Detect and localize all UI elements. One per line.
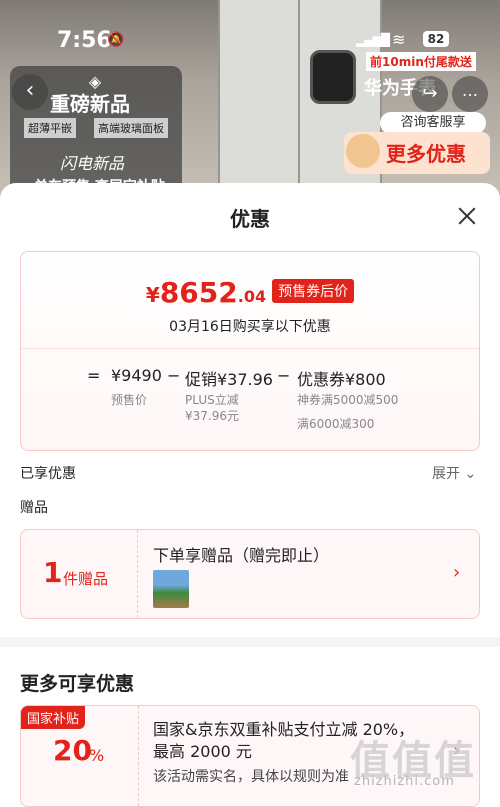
gift-thumbnail xyxy=(153,570,189,608)
gift-count: 1 xyxy=(43,556,63,589)
price-integer: 8652 xyxy=(159,276,238,309)
subsidy-line-2: 最高 2000 元 xyxy=(153,742,252,761)
subsidy-percent-sign: % xyxy=(89,746,105,765)
more-dots-icon: … xyxy=(462,81,478,100)
coupon-amount: 优惠券¥800 xyxy=(297,370,386,389)
more-deals-title: 更多可享优惠 xyxy=(20,673,135,695)
minus-sign: − xyxy=(277,366,291,385)
signal-icon: ▂▄▆█ xyxy=(356,33,390,47)
promo-title: 重磅新品 xyxy=(50,92,130,116)
coupon-sub-1: 神券满5000减500 xyxy=(297,393,399,407)
battery-icon: 82 xyxy=(423,31,449,47)
price-currency: ¥ xyxy=(145,283,160,307)
subsidy-line-3: 该活动需实名，具体以规则为准 xyxy=(153,769,349,785)
wifi-icon: ≋ xyxy=(392,30,406,49)
price-decimal: .04 xyxy=(237,287,267,306)
promo-amount: 促销¥37.96 xyxy=(185,370,273,389)
expand-toggle[interactable]: 展开 ⌄ xyxy=(432,463,476,483)
close-icon[interactable] xyxy=(456,205,478,227)
final-price: ¥8652.04 预售券后价 xyxy=(21,276,479,309)
divider xyxy=(21,348,479,349)
gift-card[interactable]: 1 件赠品 下单享赠品（赠完即止） › xyxy=(20,529,480,619)
watch-image xyxy=(310,50,356,104)
section-separator xyxy=(0,637,500,647)
chevron-right-icon: › xyxy=(453,562,461,583)
watermark-text: zhizhizhi.com xyxy=(354,774,455,789)
share-button[interactable]: ↪ xyxy=(412,76,448,112)
status-time: 7:56 xyxy=(57,28,112,53)
coupon-sub-2: 满6000减300 xyxy=(297,417,375,431)
equals-sign: = xyxy=(87,366,101,385)
gift-title: 下单享赠品（赠完即止） xyxy=(153,546,330,565)
back-button[interactable]: ‹ xyxy=(12,74,48,110)
promo-tag: 超薄平嵌 xyxy=(24,118,76,138)
minus-sign: − xyxy=(167,366,181,385)
chevron-down-icon: ⌄ xyxy=(464,466,477,482)
service-avatar-icon xyxy=(346,134,380,168)
price-summary-card: ¥8652.04 预售券后价 03月16日购买享以下优惠 = ¥9490 预售价 … xyxy=(20,251,480,451)
service-pill[interactable]: 咨询客服享 xyxy=(380,112,486,134)
gifts-label: 赠品 xyxy=(20,500,48,516)
purchase-date-text: 03月16日购买享以下优惠 xyxy=(169,319,331,335)
more-button[interactable]: … xyxy=(452,76,488,112)
sheet-title: 优惠 xyxy=(230,207,270,231)
more-deals-label: 更多优惠 xyxy=(386,142,466,166)
gift-count-area: 1 件赠品 xyxy=(21,530,138,618)
divider xyxy=(137,706,139,806)
ad-line-1: 前10min付尾款送 xyxy=(366,52,476,71)
promo-sub-2: ¥37.96元 xyxy=(185,409,239,423)
mute-icon: 🔕 xyxy=(107,32,125,48)
chevron-left-icon: ‹ xyxy=(25,78,35,103)
presale-label: 预售价 xyxy=(111,393,148,407)
promo-sub-1: PLUS立减 xyxy=(185,393,239,407)
price-badge: 预售券后价 xyxy=(272,279,355,303)
site-watermark: 值值值 zhizhizhi.com xyxy=(340,728,490,794)
share-icon: ↪ xyxy=(422,83,438,104)
promo-tag: 高端玻璃面板 xyxy=(94,118,168,138)
more-deals-banner[interactable]: 更多优惠 xyxy=(344,132,490,174)
expand-label: 展开 xyxy=(432,466,460,482)
gift-unit: 件赠品 xyxy=(63,570,109,588)
status-bar: 7:56 🔕 ▂▄▆█ ≋ 82 xyxy=(0,0,500,53)
flash-label: 闪电新品 xyxy=(60,154,125,173)
enjoyed-label: 已享优惠 xyxy=(20,466,76,482)
presale-price: ¥9490 xyxy=(111,366,162,385)
discount-sheet: 优惠 ¥8652.04 预售券后价 03月16日购买享以下优惠 = ¥9490 预… xyxy=(0,183,500,807)
subsidy-tag: 国家补贴 xyxy=(21,706,86,729)
subsidy-percent: 20 xyxy=(53,734,92,767)
